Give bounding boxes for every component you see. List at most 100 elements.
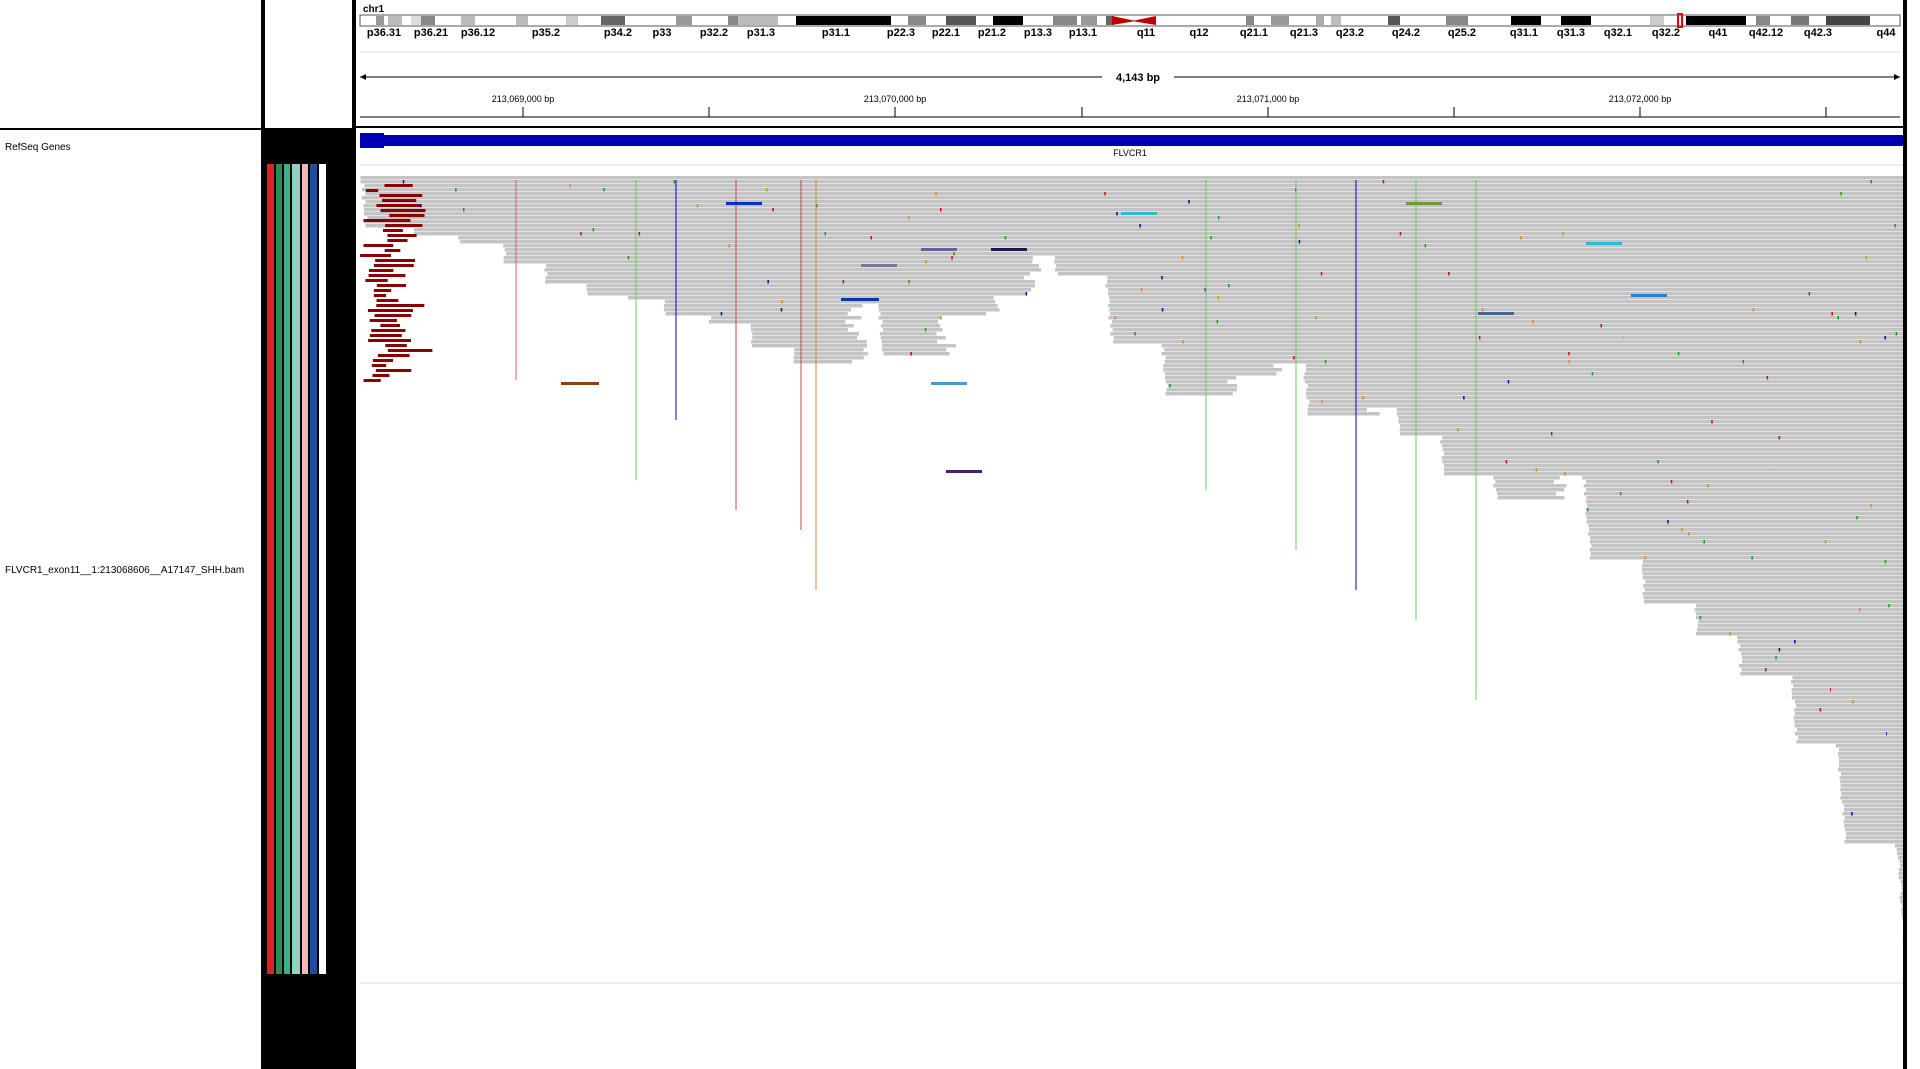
gene-exon[interactable]	[360, 133, 384, 148]
mismatch	[1586, 508, 1589, 512]
mismatch	[1161, 308, 1164, 312]
mismatch	[1600, 324, 1602, 328]
mismatch	[569, 184, 571, 188]
indel-bar	[921, 248, 957, 251]
read	[1874, 580, 1904, 584]
mismatch	[1619, 492, 1622, 496]
read	[1884, 704, 1904, 708]
track-name-panel: RefSeq Genes FLVCR1_exon11__1:213068606_…	[0, 0, 261, 1069]
ideogram-band	[796, 16, 891, 25]
alignment-track[interactable]	[360, 176, 1904, 976]
indel-bar	[1121, 212, 1157, 215]
read	[1559, 204, 1615, 208]
read	[1166, 388, 1237, 392]
mismatch	[1217, 296, 1220, 300]
read	[793, 356, 864, 360]
read	[882, 344, 956, 348]
read	[1568, 292, 1625, 296]
read	[1889, 200, 1904, 204]
read	[1839, 776, 1899, 780]
indel-bar	[1586, 242, 1622, 245]
attribute-panel-header	[265, 0, 352, 130]
read	[1585, 472, 1641, 476]
gene-body[interactable]	[360, 135, 1904, 146]
read	[1888, 196, 1904, 200]
mismatch	[1293, 356, 1295, 360]
mismatch	[728, 244, 731, 248]
refseq-gene-track[interactable]: FLVCR1	[360, 133, 1904, 158]
soft-clipped-read	[360, 254, 391, 257]
mismatch	[781, 300, 783, 304]
read	[1878, 656, 1904, 660]
read	[1614, 268, 1670, 272]
mismatch	[1217, 216, 1220, 220]
read	[1886, 716, 1904, 720]
mismatch	[1711, 420, 1713, 424]
read	[1615, 276, 1671, 280]
read	[1857, 380, 1904, 384]
read	[794, 352, 868, 356]
read	[1880, 684, 1904, 688]
read	[1422, 216, 1480, 220]
read	[1845, 284, 1904, 288]
refseq-track-name[interactable]: RefSeq Genes	[5, 142, 71, 153]
read	[1722, 452, 1778, 456]
read	[1497, 492, 1557, 496]
read	[1051, 232, 1110, 236]
mismatch	[908, 216, 910, 220]
read	[1430, 332, 1488, 336]
ideogram-band	[728, 16, 738, 25]
ideogram-band	[1826, 16, 1870, 25]
read	[790, 308, 851, 312]
mismatch	[940, 316, 942, 320]
mismatch	[1315, 316, 1317, 320]
band-label: q41	[1709, 27, 1728, 39]
mismatch	[673, 180, 676, 184]
soft-clipped-read	[365, 279, 388, 282]
read	[1830, 668, 1889, 672]
refseq-attribute-row[interactable]	[265, 130, 352, 164]
alignment-attribute-row[interactable]	[265, 164, 352, 974]
read	[1864, 472, 1904, 476]
read	[1877, 608, 1904, 612]
read	[1845, 836, 1904, 840]
read	[1486, 404, 1548, 408]
mismatch	[1564, 472, 1566, 476]
attribute-stripe	[302, 164, 308, 974]
mismatch	[935, 192, 937, 196]
data-panel[interactable]: chr1 p36.31 p36.21 p36.12 p35.2 p34.2 p33 p32.…	[356, 0, 1904, 1069]
read	[1865, 500, 1904, 504]
mismatch	[1216, 320, 1219, 324]
ruler[interactable]: 4,143 bp 213,069,000 bp 213,070,000 bp 213…	[360, 69, 1900, 118]
indel-bar	[946, 470, 982, 473]
read	[1798, 312, 1859, 316]
read	[1888, 188, 1904, 192]
read	[1871, 540, 1904, 544]
gene-label: FLVCR1	[1113, 148, 1147, 158]
read	[967, 268, 1042, 272]
mismatch	[1520, 236, 1522, 240]
read	[1865, 476, 1904, 480]
soft-clipped-read	[379, 194, 423, 197]
read	[1824, 616, 1882, 620]
read	[1851, 340, 1904, 344]
mismatch	[1840, 192, 1842, 196]
read	[1890, 220, 1904, 224]
read	[1486, 408, 1546, 412]
soft-clipped-read	[372, 374, 390, 377]
soft-clipped-read	[380, 209, 426, 212]
read	[1843, 804, 1902, 808]
read	[1869, 516, 1904, 520]
read	[1821, 576, 1882, 580]
attribute-panel	[261, 0, 356, 1069]
span-arrow-left	[360, 74, 366, 80]
read	[1697, 184, 1754, 188]
read	[1868, 524, 1904, 528]
mismatch	[1837, 316, 1839, 320]
alignment-track-name[interactable]: FLVCR1_exon11__1:213068606__A17147_SHH.b…	[5, 565, 244, 576]
read	[1885, 740, 1904, 744]
read	[1878, 628, 1904, 632]
read	[1859, 404, 1904, 408]
mismatch	[1859, 340, 1862, 344]
indel-bar	[1631, 294, 1667, 297]
